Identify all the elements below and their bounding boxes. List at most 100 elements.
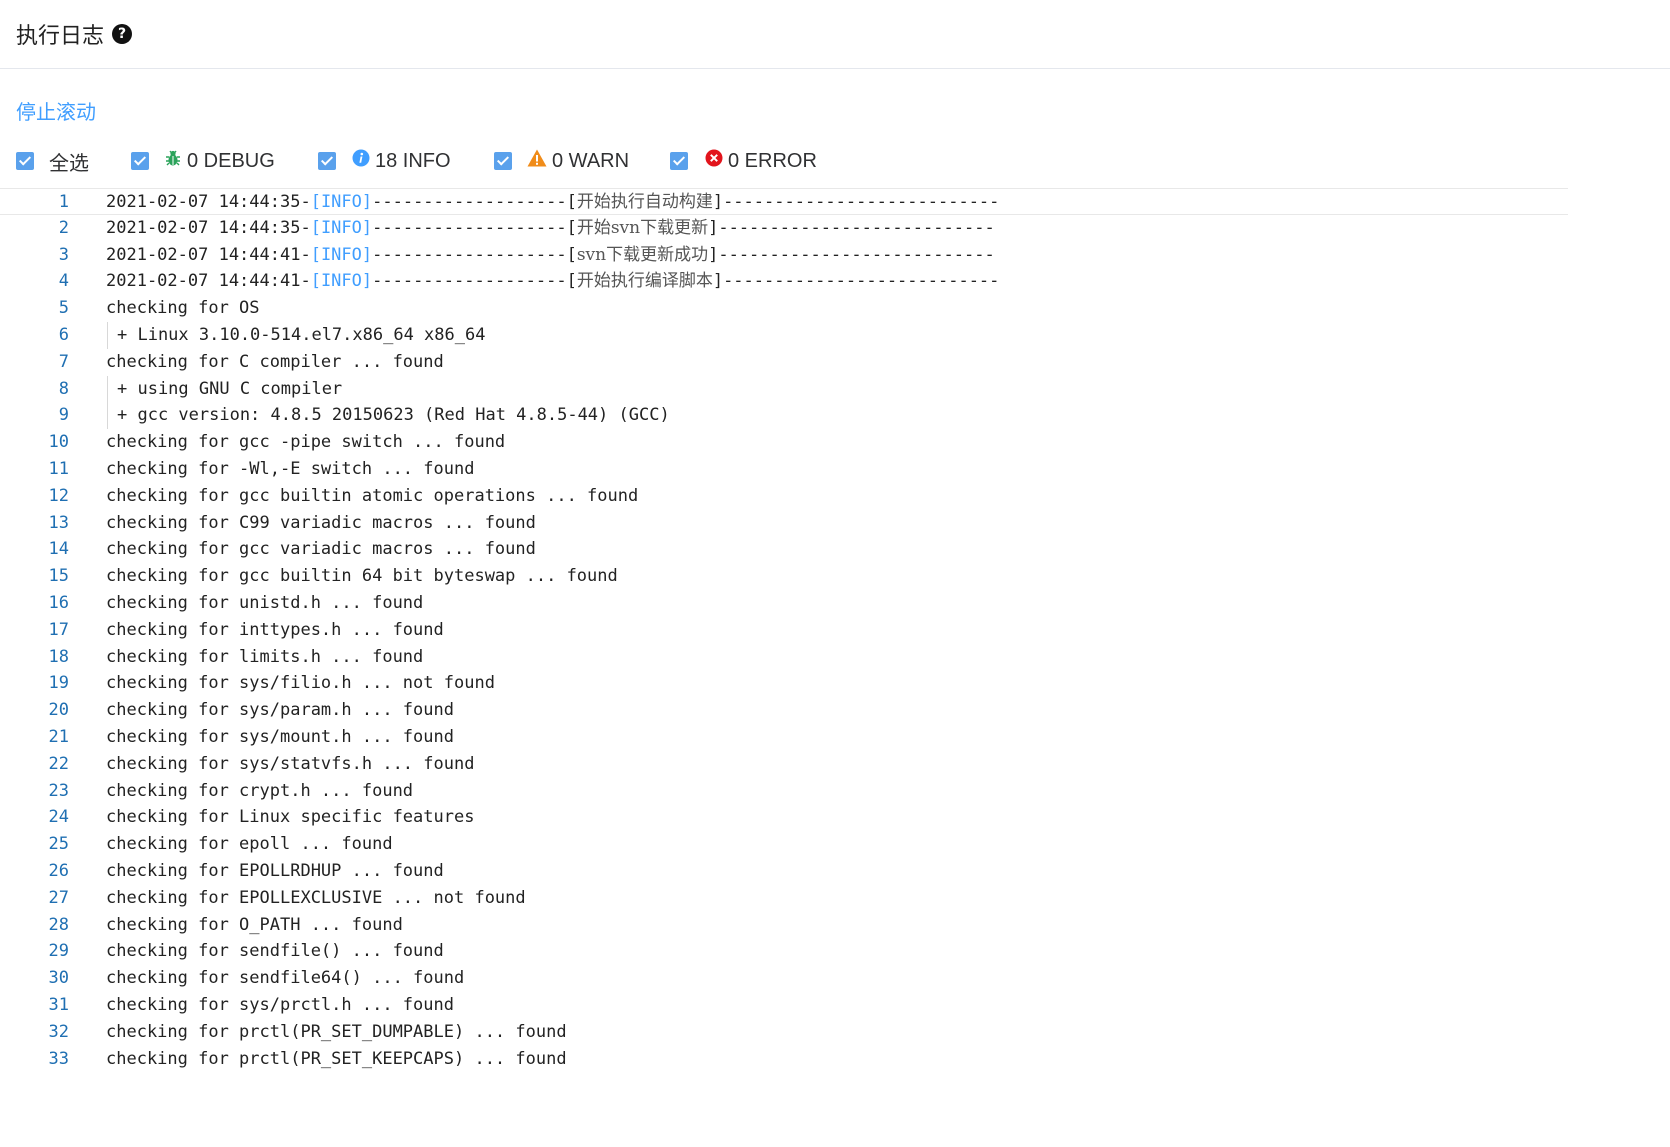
log-separator: ]--------------------------- bbox=[712, 192, 1000, 212]
debug-filter-checkbox[interactable]: 0 DEBUG bbox=[131, 145, 275, 177]
line-number: 31 bbox=[48, 994, 69, 1015]
log-text: checking for O_PATH ... found bbox=[106, 914, 403, 935]
log-line: 12 checking for gcc builtin atomic operat… bbox=[0, 483, 1670, 510]
log-line: 11 checking for -Wl,-E switch ... found bbox=[0, 456, 1670, 483]
log-text: checking for sys/mount.h ... found bbox=[106, 726, 454, 747]
log-level-filters: 全选 0 DEBUG 18 INFO 0 WARN 0 ERROR bbox=[0, 145, 1670, 177]
question-circle-icon[interactable]: ? bbox=[112, 24, 133, 44]
log-line: 29 checking for sendfile() ... found bbox=[0, 938, 1670, 965]
line-number: 12 bbox=[48, 485, 69, 506]
log-line: 32 checking for prctl(PR_SET_DUMPABLE) ..… bbox=[0, 1019, 1670, 1046]
log-text: checking for gcc variadic macros ... fou… bbox=[106, 539, 536, 560]
line-number: 16 bbox=[48, 592, 69, 613]
page-title: 执行日志 bbox=[16, 23, 105, 48]
log-line: 19 checking for sys/filio.h ... not found bbox=[0, 670, 1670, 697]
line-number: 24 bbox=[48, 807, 69, 828]
log-text: checking for unistd.h ... found bbox=[106, 592, 424, 613]
page-header: 执行日志 ? bbox=[0, 0, 1670, 69]
checkbox-checked-icon bbox=[131, 152, 149, 170]
error-filter-label-wrap: 0 ERROR bbox=[705, 149, 817, 173]
line-number: 6 bbox=[58, 324, 69, 345]
log-text: 2021-02-07 14:44:35-[INFO]--------------… bbox=[106, 189, 999, 216]
line-number: 10 bbox=[48, 432, 69, 453]
log-separator: ]--------------------------- bbox=[708, 244, 995, 265]
line-number: 28 bbox=[48, 914, 69, 935]
log-separator: ]--------------------------- bbox=[712, 271, 1000, 292]
log-line: 4 2021-02-07 14:44:41-[INFO]-------------… bbox=[0, 268, 1670, 295]
log-line: 6 + Linux 3.10.0-514.el7.x86_64 x86_64 bbox=[0, 321, 1670, 349]
log-text: checking for gcc builtin atomic operatio… bbox=[106, 485, 639, 506]
warn-filter-checkbox[interactable]: 0 WARN bbox=[494, 145, 629, 177]
log-line: 31 checking for sys/prctl.h ... found bbox=[0, 992, 1670, 1019]
error-filter-checkbox[interactable]: 0 ERROR bbox=[670, 145, 817, 177]
log-text: checking for sendfile() ... found bbox=[106, 941, 444, 962]
line-number: 30 bbox=[48, 968, 69, 989]
log-level-tag: [INFO] bbox=[310, 192, 373, 212]
select-all-label: 全选 bbox=[49, 152, 89, 175]
log-line: 33 checking for prctl(PR_SET_KEEPCAPS) ..… bbox=[0, 1046, 1670, 1073]
log-text: checking for sys/filio.h ... not found bbox=[106, 673, 495, 694]
log-line: 30 checking for sendfile64() ... found bbox=[0, 965, 1670, 992]
error-count-label: 0 ERROR bbox=[728, 149, 817, 172]
log-text: checking for C compiler ... found bbox=[106, 351, 444, 372]
log-line: 10 checking for gcc -pipe switch ... foun… bbox=[0, 429, 1670, 456]
select-all-checkbox[interactable]: 全选 bbox=[16, 145, 89, 177]
line-number: 15 bbox=[48, 566, 69, 587]
log-output[interactable]: 1 2021-02-07 14:44:35-[INFO]-------------… bbox=[0, 188, 1670, 1072]
log-line: 14 checking for gcc variadic macros ... f… bbox=[0, 536, 1670, 563]
line-number: 1 bbox=[58, 192, 69, 212]
log-text: checking for -Wl,-E switch ... found bbox=[106, 458, 475, 479]
line-number: 5 bbox=[58, 298, 69, 319]
line-number: 17 bbox=[48, 619, 69, 640]
bug-icon bbox=[164, 149, 182, 173]
log-line: 16 checking for unistd.h ... found bbox=[0, 590, 1670, 617]
log-separator: -------------------[ bbox=[372, 244, 577, 265]
log-text: checking for EPOLLEXCLUSIVE ... not foun… bbox=[106, 887, 526, 908]
log-separator: -------------------[ bbox=[372, 217, 577, 238]
log-separator: -------------------[ bbox=[372, 271, 577, 292]
log-separator: ]--------------------------- bbox=[708, 217, 995, 238]
log-line: 23 checking for crypt.h ... found bbox=[0, 778, 1670, 805]
info-filter-checkbox[interactable]: 18 INFO bbox=[318, 145, 451, 177]
log-text: checking for prctl(PR_SET_DUMPABLE) ... … bbox=[106, 1021, 567, 1042]
log-timestamp: 2021-02-07 14:44:35- bbox=[106, 217, 311, 238]
log-line: 28 checking for O_PATH ... found bbox=[0, 912, 1670, 939]
log-line: 5 checking for OS bbox=[0, 295, 1670, 322]
debug-count-label: 0 DEBUG bbox=[187, 149, 275, 172]
log-line: 9 + gcc version: 4.8.5 20150623 (Red Hat … bbox=[0, 402, 1670, 430]
line-number: 27 bbox=[48, 887, 69, 908]
info-filter-label-wrap: 18 INFO bbox=[352, 149, 451, 173]
warning-triangle-icon bbox=[527, 149, 547, 173]
line-number: 23 bbox=[48, 780, 69, 801]
log-message: 开始执行编译脚本 bbox=[576, 271, 713, 292]
log-line: 26 checking for EPOLLRDHUP ... found bbox=[0, 858, 1670, 885]
log-line: 2 2021-02-07 14:44:35-[INFO]-------------… bbox=[0, 215, 1670, 242]
log-line: 13 checking for C99 variadic macros ... f… bbox=[0, 510, 1670, 537]
log-line: 25 checking for epoll ... found bbox=[0, 831, 1670, 858]
log-message: 开始svn下载更新 bbox=[576, 217, 709, 238]
line-number: 7 bbox=[58, 351, 69, 372]
log-line: 7 checking for C compiler ... found bbox=[0, 349, 1670, 376]
line-number: 22 bbox=[48, 753, 69, 774]
line-number: 32 bbox=[48, 1021, 69, 1042]
log-text: checking for Linux specific features bbox=[106, 807, 475, 828]
line-number: 33 bbox=[48, 1048, 69, 1069]
log-line: 18 checking for limits.h ... found bbox=[0, 644, 1670, 671]
log-text: checking for sendfile64() ... found bbox=[106, 968, 465, 989]
debug-filter-label-wrap: 0 DEBUG bbox=[164, 149, 275, 173]
log-line: 21 checking for sys/mount.h ... found bbox=[0, 724, 1670, 751]
line-number: 8 bbox=[58, 378, 69, 399]
line-number: 20 bbox=[48, 700, 69, 721]
log-line: 8 + using GNU C compiler bbox=[0, 375, 1670, 403]
checkbox-checked-icon bbox=[670, 152, 688, 170]
warn-filter-label-wrap: 0 WARN bbox=[527, 149, 629, 173]
log-separator: -------------------[ bbox=[372, 192, 577, 212]
log-text: checking for gcc -pipe switch ... found bbox=[106, 432, 506, 453]
line-number: 29 bbox=[48, 941, 69, 962]
log-line: 15 checking for gcc builtin 64 bit bytesw… bbox=[0, 563, 1670, 590]
log-level-tag: [INFO] bbox=[310, 217, 373, 238]
log-timestamp: 2021-02-07 14:44:41- bbox=[106, 244, 311, 265]
log-text: checking for sys/prctl.h ... found bbox=[106, 994, 454, 1015]
stop-scroll-link[interactable]: 停止滚动 bbox=[16, 96, 96, 125]
log-level-tag: [INFO] bbox=[310, 271, 373, 292]
